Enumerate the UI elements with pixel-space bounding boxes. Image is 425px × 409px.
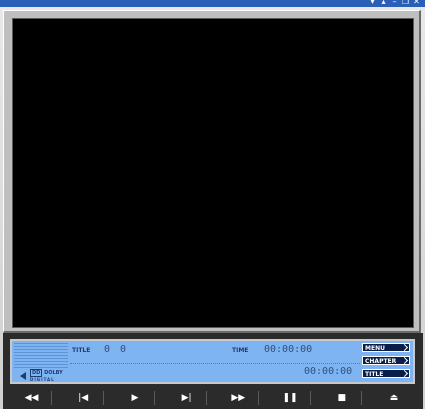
menu-arrow-icon	[400, 343, 409, 352]
stop-button[interactable]: ■	[322, 391, 363, 405]
info-panel: DD DOLBY DIGITAL TITLE 0 0 TIME 00:00:00…	[10, 339, 415, 384]
next-button[interactable]: ▶|	[167, 391, 208, 405]
dolby-text: DOLBY	[44, 370, 63, 376]
play-button[interactable]: ▶	[115, 391, 156, 405]
panel-stripes-decoration	[14, 343, 68, 369]
time-label: TIME	[232, 347, 249, 354]
window-controls: ▾ ▴ – ❐ ✕	[368, 0, 421, 7]
playback-controls: ◀◀ |◀ ▶ ▶| ▶▶ ❚❚ ■ ⏏	[12, 389, 414, 407]
elapsed-time: 00:00:00	[264, 344, 313, 355]
rewind-button[interactable]: ◀◀	[12, 391, 52, 405]
dolby-digital-text: DIGITAL	[30, 377, 55, 382]
title-arrow-icon	[400, 369, 409, 378]
pause-button[interactable]: ❚❚	[271, 391, 311, 405]
menu-button[interactable]: MENU	[362, 343, 410, 352]
dolby-digital-logo: DD DOLBY DIGITAL	[20, 369, 68, 382]
close-icon[interactable]: ✕	[412, 0, 421, 7]
panel-divider	[70, 363, 360, 364]
eject-button[interactable]: ⏏	[374, 391, 414, 405]
audio-arrow-icon[interactable]	[20, 372, 26, 380]
title-bar: ▾ ▴ – ❐ ✕	[0, 0, 425, 7]
chapter-button[interactable]: CHAPTER	[362, 356, 410, 365]
chapter-arrow-icon	[400, 356, 409, 365]
title-number: 0	[104, 344, 111, 355]
restore-icon[interactable]: ❐	[401, 0, 410, 7]
dolby-dd-mark: DD	[30, 369, 43, 377]
fast-forward-button[interactable]: ▶▶	[219, 391, 259, 405]
menu-button-label: MENU	[365, 345, 385, 352]
minimize-icon[interactable]: –	[390, 0, 399, 7]
up-arrow-icon[interactable]: ▴	[379, 0, 388, 7]
remaining-time: 00:00:00	[304, 366, 353, 377]
video-display[interactable]	[12, 18, 414, 328]
chapter-number: 0	[120, 344, 127, 355]
dropdown-menu-icon[interactable]: ▾	[368, 0, 377, 7]
previous-button[interactable]: |◀	[64, 391, 104, 405]
title-label: TITLE	[72, 347, 91, 354]
title-button[interactable]: TITLE	[362, 369, 410, 378]
title-button-label: TITLE	[365, 371, 384, 378]
chapter-button-label: CHAPTER	[365, 358, 397, 365]
